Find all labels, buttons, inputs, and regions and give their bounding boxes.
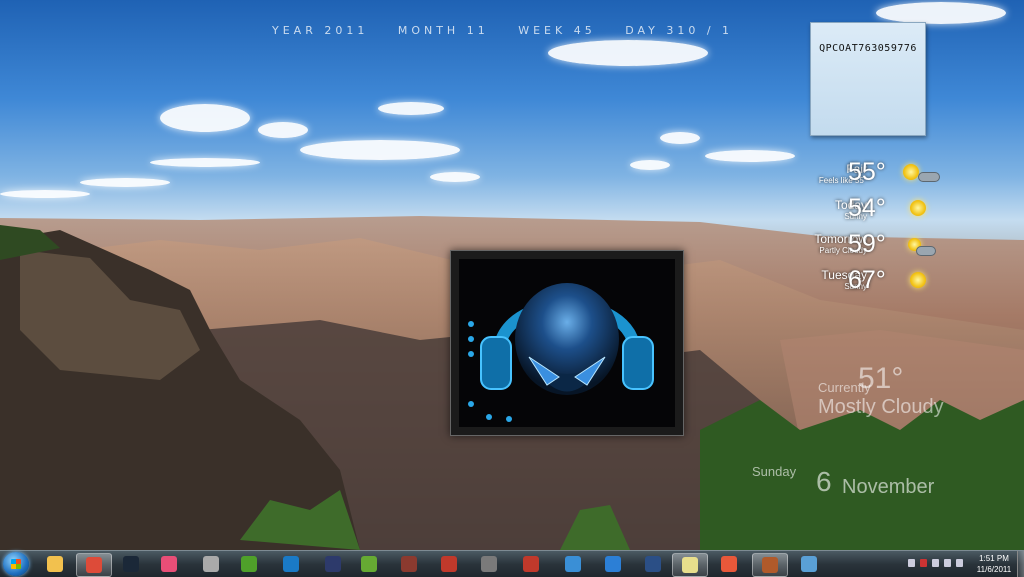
taskbar-button[interactable]: [792, 553, 826, 575]
taskbar-button[interactable]: [752, 553, 788, 577]
controller-icon: [481, 556, 497, 572]
itunes-icon: [605, 556, 621, 572]
power-icon[interactable]: [932, 559, 939, 567]
windows-logo-icon: [11, 559, 21, 569]
taskbar-button[interactable]: [556, 553, 590, 575]
book-icon: [762, 557, 778, 573]
taskbar-button[interactable]: [152, 553, 186, 575]
show-desktop-button[interactable]: [1017, 551, 1024, 577]
calendar-bar: YEAR 2011 MONTH 11 WEEK 45 DAY 310 / 1: [272, 24, 755, 37]
notes-icon: [682, 557, 698, 573]
weather-forecast-tuesday: Tuesday Sunny 67°: [770, 266, 1010, 302]
taskbar-button[interactable]: [194, 553, 228, 575]
forecast-temp: 67°: [848, 266, 886, 294]
taskbar-button[interactable]: [274, 553, 308, 575]
alien-icon: [645, 556, 661, 572]
flag-icon[interactable]: [920, 559, 927, 567]
taskbar-button[interactable]: [352, 553, 386, 575]
utorrent-icon: [241, 556, 257, 572]
photoshop-icon: [283, 556, 299, 572]
taskbar-button[interactable]: [232, 553, 266, 575]
hulu-icon: [361, 556, 377, 572]
chrome-icon: [86, 557, 102, 573]
game-icon: [401, 556, 417, 572]
picasa-icon: [161, 556, 177, 572]
start-button[interactable]: [3, 552, 29, 576]
calendar-year: YEAR 2011: [272, 24, 369, 37]
tray-arrow-icon[interactable]: [908, 559, 915, 567]
taskbar-button[interactable]: [38, 553, 72, 575]
weather-forecast-tomorrow: Tomorrow Partly Cloudy 59°: [770, 230, 1010, 266]
alien-headphones-picture[interactable]: [450, 250, 684, 436]
taskbar-button[interactable]: [514, 553, 548, 575]
media-center-icon: [203, 556, 219, 572]
calendar-day: DAY 310 / 1: [625, 24, 734, 37]
weather-gadget[interactable]: Fair Feels like 55° 55° Today Sunny 54° …: [770, 158, 1010, 302]
taskbar-button[interactable]: [596, 553, 630, 575]
sun-icon: [910, 200, 926, 216]
overlay-date-month: November: [842, 476, 935, 498]
taskbar-clock[interactable]: 1:51 PM 11/6/2011: [968, 553, 1020, 575]
sticky-note-text[interactable]: QPCOAT763059776: [811, 43, 925, 54]
calendar-week: WEEK 45: [518, 24, 596, 37]
overlay-date-num: 6: [816, 466, 832, 497]
taskbar-button[interactable]: [114, 553, 148, 575]
volume-icon[interactable]: [956, 559, 963, 567]
weather-forecast-today: Today Sunny 54°: [770, 194, 1010, 230]
alien-icon: [468, 283, 654, 422]
maps-icon: [721, 556, 737, 572]
file-explorer-icon: [47, 556, 63, 572]
taskbar-button[interactable]: [472, 553, 506, 575]
weather-current-temp: 55°: [848, 158, 886, 186]
taskbar-button[interactable]: [76, 553, 112, 577]
clock-time: 1:51 PM: [979, 554, 1009, 563]
overlay-weather-desc: Mostly Cloudy: [818, 396, 944, 418]
steam-icon: [123, 556, 139, 572]
weather-current: Fair Feels like 55° 55°: [770, 158, 1010, 194]
system-tray[interactable]: [908, 557, 970, 571]
overlay-weather-temp: 51°: [858, 362, 904, 395]
taskbar-button[interactable]: [316, 553, 350, 575]
paint-palette-icon: [801, 556, 817, 572]
sticky-note[interactable]: QPCOAT763059776: [810, 22, 926, 136]
taskbar-button[interactable]: [432, 553, 466, 575]
overlay-date-day: Sunday: [752, 464, 797, 479]
taskbar-button[interactable]: [392, 553, 426, 575]
taskbar-button[interactable]: [636, 553, 670, 575]
forecast-temp: 59°: [848, 230, 886, 258]
forecast-temp: 54°: [848, 194, 886, 222]
pdf-icon: [441, 556, 457, 572]
paint-icon: [523, 556, 539, 572]
sun-cloud-icon: [903, 164, 919, 180]
cloud-icon: [918, 172, 940, 182]
cloud-icon: [916, 246, 936, 256]
taskbar: 1:51 PM 11/6/2011: [0, 550, 1024, 577]
network-icon[interactable]: [944, 559, 951, 567]
taskbar-button[interactable]: [672, 553, 708, 577]
sun-icon: [910, 272, 926, 288]
clock-date: 11/6/2011: [976, 565, 1012, 574]
taskbar-button[interactable]: [712, 553, 746, 575]
calendar-month: MONTH 11: [397, 24, 489, 37]
photo-viewer-icon: [565, 556, 581, 572]
after-effects-icon: [325, 556, 341, 572]
